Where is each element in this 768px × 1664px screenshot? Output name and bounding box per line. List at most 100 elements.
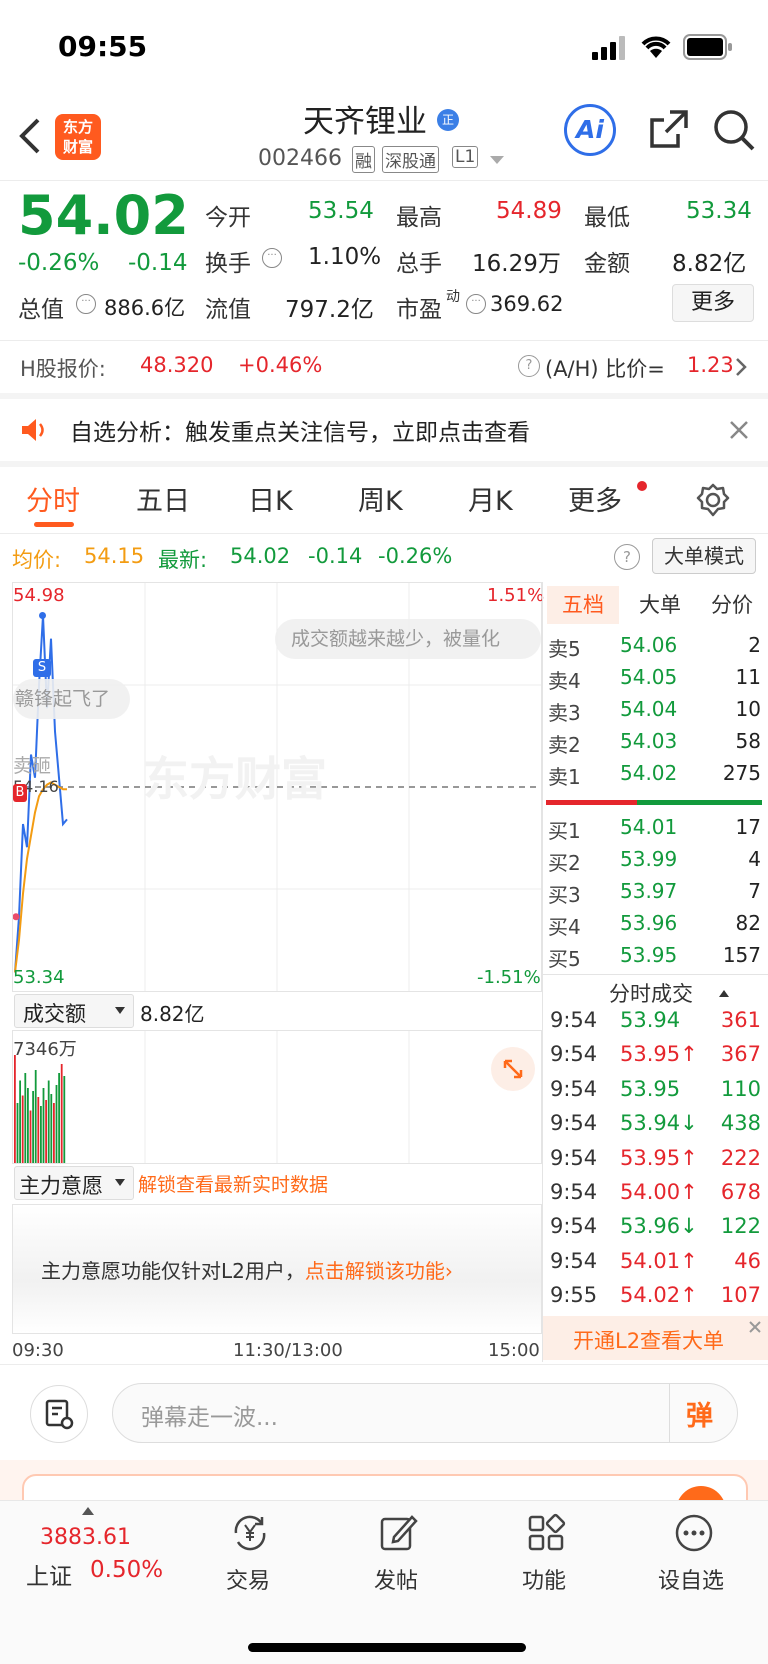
- back-arrow-icon[interactable]: [18, 116, 42, 156]
- help-icon[interactable]: ?: [518, 355, 540, 377]
- index-name[interactable]: 上证: [26, 1557, 72, 1591]
- danmaku-input[interactable]: 弹幕走一波... 弹: [112, 1383, 738, 1443]
- close-icon[interactable]: [729, 420, 749, 440]
- main-force-unlock-link[interactable]: 点击解锁该功能: [305, 1259, 445, 1283]
- volume-bar: [60, 1064, 63, 1163]
- volume-value: 8.82亿: [140, 1002, 205, 1026]
- stat-float-value: 797.2亿: [285, 297, 374, 323]
- volume-header: 成交额 8.82亿: [12, 992, 542, 1028]
- bid-label: 买3: [548, 883, 581, 907]
- trade-volume: 367: [720, 1042, 761, 1067]
- notice-banner[interactable]: 自选分析：触发重点关注信号，立即点击查看: [0, 399, 768, 461]
- tab-monthly-k[interactable]: 月K: [468, 479, 513, 518]
- main-force-notice[interactable]: 主力意愿功能仅针对L2用户，点击解锁该功能›: [41, 1255, 453, 1284]
- order-book-tab-five[interactable]: 五档: [547, 586, 619, 624]
- tab-intraday[interactable]: 分时: [26, 479, 80, 518]
- tab-weekly-k[interactable]: 周K: [358, 479, 403, 518]
- volume-bar: [53, 1103, 55, 1163]
- trade-time: 9:54: [550, 1248, 598, 1273]
- trade-time: 9:55: [550, 1283, 598, 1308]
- order-book-tab-big[interactable]: 大单: [627, 586, 693, 624]
- ask-row: 卖2 54.03 58: [548, 729, 763, 761]
- stat-open-label: 今开: [205, 205, 251, 231]
- share-icon[interactable]: [648, 108, 690, 150]
- expand-icon[interactable]: [491, 1047, 535, 1091]
- ask-volume: 275: [722, 761, 761, 785]
- l2-upgrade-banner[interactable]: 开通L2查看大单: [543, 1316, 768, 1360]
- trade-price: 53.95: [620, 1076, 681, 1101]
- tab-five-day[interactable]: 五日: [136, 479, 190, 518]
- change-amount: -0.14: [128, 250, 188, 276]
- volume-bar: [32, 1091, 34, 1163]
- dropdown-arrow-icon[interactable]: [490, 156, 504, 166]
- volume-bar: [40, 1106, 42, 1163]
- info-circle-icon[interactable]: ···: [466, 294, 486, 314]
- volume-bar: [21, 1095, 24, 1163]
- change-pct: -0.26%: [18, 250, 100, 276]
- intraday-chart[interactable]: 东方财富 54.98 53.34 1.51% -1.51% 54.16 成交额越…: [12, 582, 544, 992]
- watermark: 东方财富: [143, 752, 327, 806]
- nav-add-watchlist[interactable]: 设自选: [634, 1511, 754, 1594]
- close-icon[interactable]: [748, 1320, 762, 1334]
- trade-row: 9:55 54.02↑ 107: [548, 1283, 763, 1317]
- app-logo: 东方 财富: [55, 114, 101, 160]
- bid-row: 买2 53.99 4: [548, 847, 763, 879]
- tab-more[interactable]: 更多: [568, 479, 622, 518]
- trade-row: 9:54 53.94↓ 438: [548, 1111, 763, 1145]
- settings-gear-icon[interactable]: [696, 483, 730, 517]
- ask-label: 卖2: [548, 733, 581, 757]
- bid-row: 买3 53.97 7: [548, 879, 763, 911]
- ai-button[interactable]: Ai: [564, 104, 616, 156]
- nav-post[interactable]: 发帖: [338, 1511, 458, 1594]
- h-share-change: +0.46%: [238, 353, 323, 377]
- grid-icon: [528, 1513, 566, 1551]
- trade-volume: 107: [720, 1283, 761, 1308]
- order-book-tab-price[interactable]: 分价: [699, 586, 765, 624]
- big-order-mode-button[interactable]: 大单模式: [652, 538, 756, 574]
- volume-selector[interactable]: 成交额: [14, 994, 134, 1028]
- trade-volume: 122: [720, 1214, 761, 1239]
- high-marker: [39, 612, 46, 620]
- unlock-link[interactable]: 解锁查看最新实时数据: [138, 1170, 328, 1197]
- bid-row: 买4 53.96 82: [548, 911, 763, 943]
- trade-volume: 361: [720, 1008, 761, 1032]
- latest-change: -0.14: [308, 544, 363, 568]
- nav-trade[interactable]: 交易: [190, 1511, 310, 1594]
- ask-row: 卖4 54.05 11: [548, 665, 763, 697]
- danmaku-toggle-icon[interactable]: 弹: [669, 1384, 738, 1442]
- trade-price: 54.01↑: [620, 1248, 698, 1273]
- time-axis: 09:30 11:30/13:00 15:00: [12, 1334, 542, 1362]
- main-force-selector[interactable]: 主力意愿: [14, 1166, 134, 1200]
- info-circle-icon[interactable]: ···: [76, 294, 96, 314]
- index-value[interactable]: 3883.61: [40, 1525, 131, 1550]
- stat-pe-value: 369.62: [490, 292, 564, 316]
- tab-daily-k[interactable]: 日K: [248, 479, 293, 518]
- volume-bar: [42, 1088, 45, 1163]
- notes-icon[interactable]: [30, 1385, 88, 1443]
- quote-section: 54.02 -0.26% -0.14 今开 53.54 最高 54.89 最低 …: [0, 182, 768, 337]
- y-bottom-pct-label: -1.51%: [477, 967, 541, 988]
- bid-row: 买1 54.01 17: [548, 815, 763, 847]
- ask-volume: 2: [748, 633, 761, 657]
- comment-bar: 弹幕走一波... 弹: [0, 1365, 768, 1460]
- ask-label: 卖1: [548, 765, 581, 789]
- latest-value: 54.02: [230, 544, 291, 568]
- stat-turnover-label: 换手: [205, 251, 251, 277]
- search-icon[interactable]: [712, 108, 756, 152]
- index-change[interactable]: 0.50%: [90, 1557, 163, 1583]
- bid-price: 53.96: [620, 911, 678, 935]
- volume-bar: [55, 1085, 58, 1163]
- avg-label: 均价:: [12, 548, 62, 572]
- help-icon[interactable]: ?: [614, 544, 640, 570]
- h-share-row[interactable]: H股报价: 48.320 +0.46% ? (A/H) 比价= 1.23: [0, 341, 768, 393]
- more-stats-button[interactable]: 更多: [672, 284, 754, 322]
- volume-bar: [16, 1103, 19, 1163]
- trades-title[interactable]: 分时成交: [543, 974, 768, 1009]
- trades-title-label: 分时成交: [609, 982, 693, 1006]
- nav-functions[interactable]: 功能: [486, 1511, 606, 1594]
- notice-text: 自选分析：触发重点关注信号，立即点击查看: [70, 420, 530, 446]
- trade-row: 9:54 54.01↑ 46: [548, 1249, 763, 1283]
- volume-selector-label: 成交额: [23, 1002, 86, 1026]
- info-circle-icon[interactable]: ···: [262, 248, 282, 268]
- trade-price: 53.96↓: [620, 1214, 698, 1239]
